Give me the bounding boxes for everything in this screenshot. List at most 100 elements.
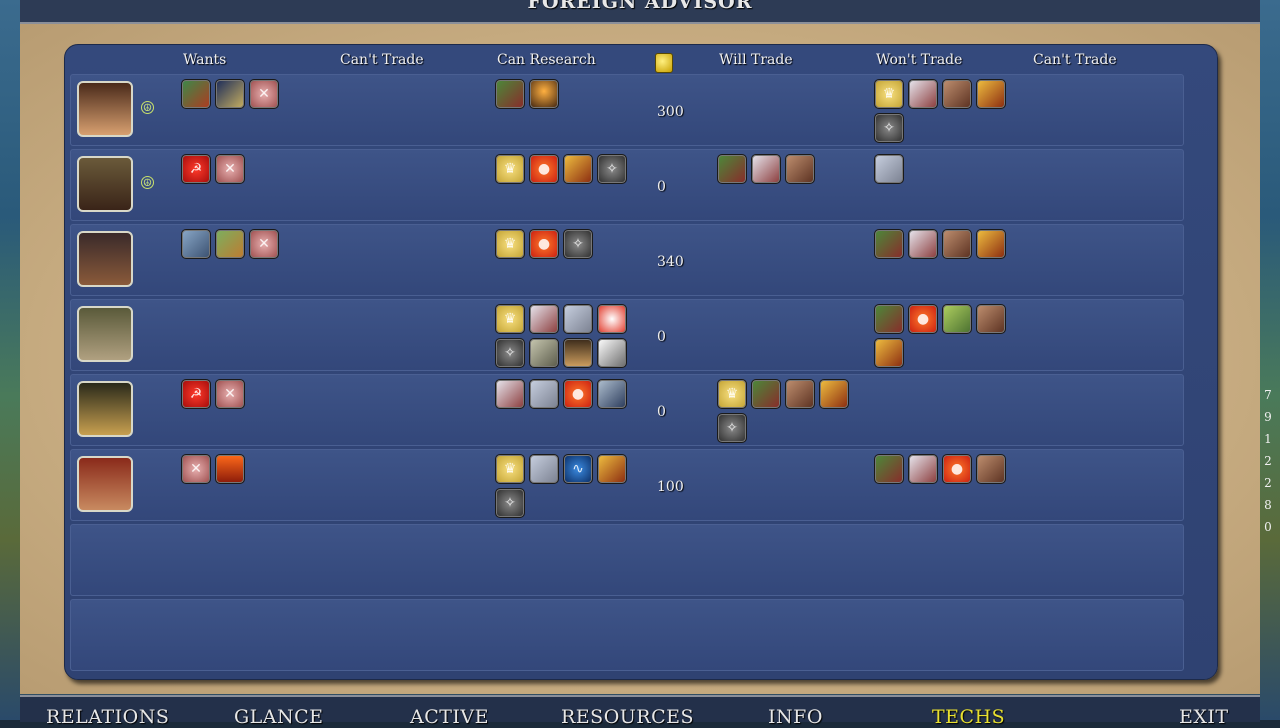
arrow-tech-icon[interactable]	[785, 379, 815, 409]
side-number: 7	[1264, 388, 1272, 402]
red-tech-icon[interactable]: ●	[942, 454, 972, 484]
arrow-tech-icon[interactable]	[976, 304, 1006, 334]
orb-tech-icon[interactable]	[597, 304, 627, 334]
arrow-tech-icon[interactable]	[976, 454, 1006, 484]
wheel-tech-icon[interactable]: ✧	[597, 154, 627, 184]
tab-info[interactable]: INFO	[768, 706, 823, 728]
compass-tech-icon[interactable]	[529, 379, 559, 409]
parchment-tech-icon[interactable]	[529, 304, 559, 334]
candle-tech-icon[interactable]	[529, 79, 559, 109]
tab-glance[interactable]: GLANCE	[234, 706, 324, 728]
flag-tech-icon[interactable]	[874, 229, 904, 259]
flag-tech-icon[interactable]	[751, 379, 781, 409]
leader-row[interactable]: ☭ ✕ ● ♛ ✧ 0	[70, 374, 1184, 446]
arrow-tech-icon[interactable]	[942, 79, 972, 109]
horn-tech-icon[interactable]	[819, 379, 849, 409]
red-tech-icon[interactable]: ●	[529, 154, 559, 184]
crown-tech-icon[interactable]: ♛	[717, 379, 747, 409]
pink-tech-icon[interactable]: ✕	[181, 454, 211, 484]
arrow-tech-icon[interactable]	[785, 154, 815, 184]
gold-amount: 300	[657, 104, 684, 120]
parchment-tech-icon[interactable]	[751, 154, 781, 184]
pink-tech-icon[interactable]: ✕	[215, 154, 245, 184]
swirl-tech-icon[interactable]	[215, 79, 245, 109]
tab-techs[interactable]: TECHS	[932, 706, 1005, 728]
red-tech-icon[interactable]: ●	[908, 304, 938, 334]
hammer-tech-icon[interactable]: ☭	[181, 379, 211, 409]
hammer-tech-icon[interactable]: ☭	[181, 154, 211, 184]
factory-tech-icon[interactable]	[597, 379, 627, 409]
wants-icons: ☭ ✕	[181, 154, 321, 184]
tab-exit[interactable]: EXIT	[1179, 706, 1229, 728]
compass-tech-icon[interactable]	[874, 154, 904, 184]
header-will-trade: Will Trade	[719, 52, 793, 68]
crown-tech-icon[interactable]: ♛	[495, 154, 525, 184]
leader-portrait[interactable]	[77, 306, 133, 362]
wheel-tech-icon[interactable]: ✧	[495, 488, 525, 518]
statue-tech-icon[interactable]	[181, 229, 211, 259]
silverblock-tech-icon[interactable]	[597, 338, 627, 368]
flag-tech-icon[interactable]	[874, 454, 904, 484]
horn-tech-icon[interactable]	[976, 229, 1006, 259]
glyph: ☭	[189, 386, 203, 402]
can-research-icons: ●	[495, 379, 635, 409]
greenp-tech-icon[interactable]	[942, 304, 972, 334]
red-tech-icon[interactable]: ●	[529, 229, 559, 259]
arrow-tech-icon[interactable]	[942, 229, 972, 259]
wheel-tech-icon[interactable]: ✧	[563, 229, 593, 259]
leader-row[interactable]: ♛ ✧ ● 0	[70, 299, 1184, 371]
tab-relations[interactable]: RELATIONS	[46, 706, 169, 728]
ship-tech-icon[interactable]	[529, 338, 559, 368]
tab-active[interactable]: ACTIVE	[410, 706, 489, 728]
parchment-tech-icon[interactable]	[908, 79, 938, 109]
pink-tech-icon[interactable]: ✕	[249, 79, 279, 109]
leader-portrait[interactable]	[77, 156, 133, 212]
lava-tech-icon[interactable]	[215, 454, 245, 484]
crown-tech-icon[interactable]: ♛	[874, 79, 904, 109]
crown-tech-icon[interactable]: ♛	[495, 229, 525, 259]
flag-tech-icon[interactable]	[717, 154, 747, 184]
parchment-tech-icon[interactable]	[908, 229, 938, 259]
wants-icons: ✕	[181, 229, 321, 259]
glyph: ♛	[503, 236, 517, 252]
horn-tech-icon[interactable]	[874, 338, 904, 368]
leader-portrait[interactable]	[77, 231, 133, 287]
compass-tech-icon[interactable]	[529, 454, 559, 484]
parchment-tech-icon[interactable]	[908, 454, 938, 484]
parchment-tech-icon[interactable]	[495, 379, 525, 409]
wheel-tech-icon[interactable]: ✧	[495, 338, 525, 368]
horn-tech-icon[interactable]	[597, 454, 627, 484]
crown-tech-icon[interactable]: ♛	[495, 304, 525, 334]
red-tech-icon[interactable]: ●	[563, 379, 593, 409]
compass-tech-icon[interactable]	[563, 304, 593, 334]
leader-portrait[interactable]	[77, 81, 133, 137]
crown-tech-icon[interactable]: ♛	[495, 454, 525, 484]
wheel-tech-icon[interactable]: ✧	[874, 113, 904, 143]
horn-tech-icon[interactable]	[563, 154, 593, 184]
glyph: ✕	[258, 236, 270, 252]
leader-portrait[interactable]	[77, 456, 133, 512]
leader-row[interactable]: ☮ ☭ ✕ ♛ ● ✧ 0	[70, 149, 1184, 221]
train-tech-icon[interactable]	[563, 338, 593, 368]
map-tech-icon[interactable]	[215, 229, 245, 259]
swirl2-tech-icon[interactable]: ∿	[563, 454, 593, 484]
glyph: ●	[537, 161, 551, 177]
wants-icons: ✕	[181, 454, 321, 484]
apple-tech-icon[interactable]	[181, 79, 211, 109]
title-bar: FOREIGN ADVISOR	[20, 0, 1260, 24]
leader-row[interactable]: ✕ ♛ ● ✧ 340	[70, 224, 1184, 296]
flag-tech-icon[interactable]	[495, 79, 525, 109]
leader-row[interactable]: ✕ ♛ ∿ ✧ ● 100	[70, 449, 1184, 521]
leader-portrait[interactable]	[77, 381, 133, 437]
wheel-tech-icon[interactable]: ✧	[717, 413, 747, 443]
tab-resources[interactable]: RESOURCES	[561, 706, 694, 728]
empty-row	[70, 524, 1184, 596]
wont-trade-icons: ●	[874, 304, 1014, 368]
pink-tech-icon[interactable]: ✕	[215, 379, 245, 409]
flag-tech-icon[interactable]	[874, 304, 904, 334]
peace-treaty-icon: ☮	[141, 176, 154, 189]
pink-tech-icon[interactable]: ✕	[249, 229, 279, 259]
glyph: ✕	[258, 86, 270, 102]
horn-tech-icon[interactable]	[976, 79, 1006, 109]
leader-row[interactable]: ☮ ✕ ♛ ✧ 300	[70, 74, 1184, 146]
